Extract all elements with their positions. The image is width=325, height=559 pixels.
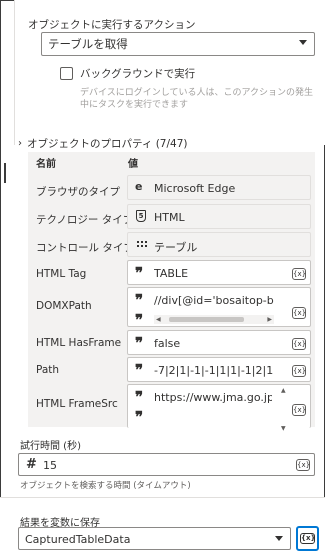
timeout-input[interactable]: # 15 {x} bbox=[18, 453, 315, 476]
property-value: false bbox=[154, 337, 181, 350]
quote-icon: ❞ bbox=[135, 361, 144, 379]
scroll-up-icon[interactable]: ▲ bbox=[281, 387, 286, 394]
timeout-help-text: オブジェクトを検索する時間 (タイムアウト) bbox=[20, 481, 191, 491]
property-value-field: テーブル bbox=[127, 232, 311, 257]
properties-toggle[interactable]: › オブジェクトのプロパティ (7/47) bbox=[18, 136, 187, 151]
background-run-checkbox[interactable] bbox=[60, 67, 73, 80]
variable-picker-button[interactable]: {x} bbox=[296, 459, 310, 471]
action-select-value: テーブルを取得 bbox=[48, 37, 128, 51]
number-icon: # bbox=[26, 457, 37, 472]
property-value: HTML bbox=[154, 211, 185, 224]
property-name: HTML HasFrame bbox=[36, 337, 122, 349]
property-name: ブラウザのタイプ bbox=[36, 186, 120, 198]
quote-icon: ❞ bbox=[135, 334, 144, 352]
grid-icon bbox=[136, 240, 147, 249]
quote-icon: ❞ bbox=[135, 408, 144, 426]
property-value: テーブル bbox=[154, 241, 198, 254]
property-value-field: 5 HTML bbox=[127, 204, 311, 229]
property-value-input[interactable]: ❞ https://www.jma.go.jp/b ❞ ▲ ▼ {x} bbox=[127, 384, 311, 432]
splitter-handle[interactable] bbox=[4, 163, 6, 183]
edge-icon: e bbox=[135, 180, 143, 193]
property-name: HTML FrameSrc bbox=[36, 398, 118, 410]
variable-picker-button[interactable]: {x} bbox=[292, 268, 306, 280]
properties-panel: オブジェクトに実行するアクション テーブルを取得 バックグラウンドで実行 デバイ… bbox=[0, 0, 325, 497]
output-variable-value: CapturedTableData bbox=[25, 533, 131, 546]
properties-table: 名前 値 ブラウザのタイプ e Microsoft Edge テクノロジー タイ… bbox=[28, 152, 315, 432]
action-select[interactable]: テーブルを取得 bbox=[41, 32, 315, 56]
scrollbar-thumb[interactable] bbox=[169, 317, 244, 322]
quote-icon: ❞ bbox=[135, 264, 144, 282]
property-name: コントロール タイプ bbox=[36, 242, 134, 254]
property-value: -7|2|1|-1|-1|1|1|-1|2|1 bbox=[154, 364, 274, 377]
property-value: //div[@id='bosaitop-bos bbox=[154, 294, 274, 307]
quote-icon: ❞ bbox=[135, 388, 144, 406]
column-header-name: 名前 bbox=[36, 158, 56, 170]
timeout-label: 試行時間 (秒) bbox=[20, 441, 81, 452]
quote-icon: ❞ bbox=[135, 311, 144, 329]
property-value-input[interactable]: ❞ -7|2|1|-1|-1|1|1|-1|2|1 {x} bbox=[127, 357, 311, 382]
variable-picker-button[interactable]: {x} bbox=[292, 307, 306, 319]
scroll-right-icon[interactable]: ▶ bbox=[267, 316, 272, 323]
variable-picker-button[interactable]: {x} bbox=[292, 365, 306, 377]
property-name: Path bbox=[36, 364, 60, 376]
scroll-left-icon[interactable]: ◀ bbox=[156, 316, 161, 323]
background-run-option[interactable]: バックグラウンドで実行 bbox=[60, 66, 195, 81]
background-run-label: バックグラウンドで実行 bbox=[80, 68, 196, 80]
chevron-down-icon bbox=[299, 40, 307, 45]
output-section: 結果を変数に保存 CapturedTableData {x} bbox=[0, 497, 325, 559]
action-label: オブジェクトに実行するアクション bbox=[28, 19, 196, 31]
variable-picker-button[interactable]: {x} bbox=[292, 338, 306, 350]
vertical-scrollbar[interactable]: ▲ ▼ bbox=[280, 387, 288, 432]
property-value-input[interactable]: ❞ //div[@id='bosaitop-bos ❞ ◀ ▶ {x} bbox=[127, 287, 311, 329]
property-value: https://www.jma.go.jp/b bbox=[154, 391, 272, 404]
property-name: DOMXPath bbox=[36, 300, 92, 312]
property-value-input[interactable]: ❞ TABLE {x} bbox=[127, 260, 311, 285]
property-name: テクノロジー タイプ bbox=[36, 214, 134, 226]
table-header: 名前 値 bbox=[28, 152, 315, 172]
property-value-input[interactable]: ❞ false {x} bbox=[127, 330, 311, 355]
scroll-down-icon[interactable]: ▼ bbox=[281, 425, 286, 432]
variable-picker-button[interactable]: {x} bbox=[292, 404, 306, 416]
chevron-down-icon bbox=[275, 536, 283, 541]
background-run-description: デバイスにログインしている人は、このアクションの発生中にタスクを実行できます bbox=[80, 88, 314, 110]
timeout-value: 15 bbox=[43, 459, 57, 472]
chevron-right-icon: › bbox=[18, 138, 22, 149]
property-value: Microsoft Edge bbox=[154, 182, 236, 195]
property-value: TABLE bbox=[154, 267, 189, 280]
horizontal-scrollbar[interactable]: ◀ ▶ bbox=[154, 315, 274, 324]
variable-icon: {x} bbox=[300, 533, 316, 544]
html5-icon: 5 bbox=[136, 210, 146, 222]
output-variable-picker-button[interactable]: {x} bbox=[296, 526, 319, 551]
properties-title: オブジェクトのプロパティ (7/47) bbox=[27, 138, 188, 150]
quote-icon: ❞ bbox=[135, 291, 144, 309]
property-value-field: e Microsoft Edge bbox=[127, 175, 311, 200]
output-variable-select[interactable]: CapturedTableData bbox=[18, 527, 291, 550]
property-name: HTML Tag bbox=[36, 268, 87, 280]
column-header-value: 値 bbox=[128, 158, 138, 170]
